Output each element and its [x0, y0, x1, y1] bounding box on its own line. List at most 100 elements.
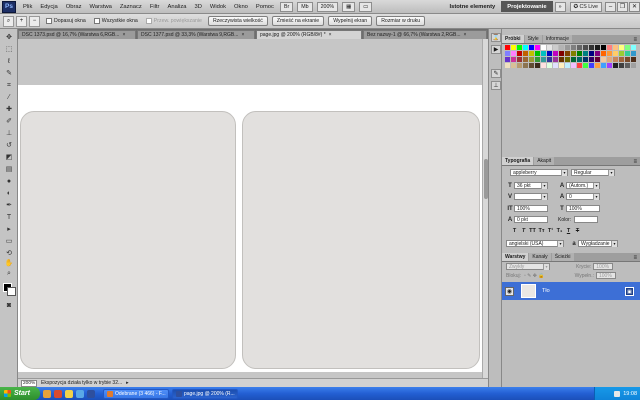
color-swatch[interactable] [523, 63, 528, 68]
color-swatch[interactable] [619, 57, 624, 62]
tab-close-icon[interactable]: × [329, 32, 332, 38]
text-color-swatch[interactable] [574, 216, 599, 223]
baseline-shift-field[interactable]: 0 pkt [514, 216, 548, 223]
color-swatch[interactable] [547, 63, 552, 68]
pen-tool-icon[interactable]: ✒ [4, 201, 14, 210]
color-swatch[interactable] [517, 51, 522, 56]
fill-field[interactable]: 100% [595, 272, 616, 279]
opacity-field[interactable]: 100% [593, 263, 614, 270]
color-swatch[interactable] [613, 57, 618, 62]
tab-close-icon[interactable]: × [241, 32, 244, 38]
color-swatch[interactable] [589, 45, 594, 50]
menu-help[interactable]: Pomoc [252, 4, 278, 10]
document-canvas[interactable] [18, 85, 482, 372]
workspace-design[interactable]: Projektowanie [501, 1, 553, 12]
color-swatch[interactable] [583, 57, 588, 62]
blend-mode-select[interactable]: Zwykły ▾ [506, 263, 550, 270]
color-swatch[interactable] [547, 57, 552, 62]
taskbar-window-photoshop[interactable]: page.jpg @ 200% (R... [172, 388, 238, 399]
color-swatch[interactable] [607, 51, 612, 56]
close-button[interactable]: ✕ [629, 1, 640, 12]
print-size-button[interactable]: Rozmiar w druku [376, 16, 426, 26]
color-swatch[interactable] [577, 63, 582, 68]
eraser-tool-icon[interactable]: ◩ [4, 153, 14, 162]
quicklaunch-browser-icon[interactable] [43, 389, 51, 398]
all-windows-checkbox[interactable]: Wszystkie okna [93, 18, 138, 24]
color-swatch[interactable] [541, 57, 546, 62]
document-canvas-area[interactable] [18, 39, 488, 378]
menu-layer[interactable]: Warstwa [86, 4, 116, 10]
menu-file[interactable]: Plik [19, 4, 36, 10]
tab-paths[interactable]: Ścieżki [551, 253, 574, 261]
zoom-out-icon[interactable]: − [29, 15, 40, 27]
color-swatch[interactable] [619, 45, 624, 50]
color-swatch[interactable] [631, 45, 636, 50]
color-swatch[interactable] [505, 51, 510, 56]
brush-tool-icon[interactable]: ✐ [4, 117, 14, 126]
color-swatch[interactable] [535, 63, 540, 68]
color-swatch[interactable] [517, 57, 522, 62]
color-swatch[interactable] [613, 45, 618, 50]
color-swatch[interactable] [565, 57, 570, 62]
quick-select-tool-icon[interactable]: ✎ [4, 69, 14, 78]
color-swatch[interactable] [595, 57, 600, 62]
zoom-field[interactable]: 200% [21, 379, 37, 387]
color-swatch[interactable] [523, 57, 528, 62]
blur-tool-icon[interactable]: ● [4, 177, 14, 186]
menu-select[interactable]: Zaznacz [116, 4, 146, 10]
color-swatch[interactable] [529, 51, 534, 56]
arrange-documents-button[interactable]: ▦ [342, 1, 356, 12]
color-swatch[interactable] [571, 45, 576, 50]
color-swatch[interactable] [535, 57, 540, 62]
clone-stamp-tool-icon[interactable]: ⊥ [4, 129, 14, 138]
status-menu-arrow-icon[interactable]: ▸ [126, 380, 129, 386]
fill-screen-button[interactable]: Wypełnij ekran [328, 16, 373, 26]
quicklaunch-photoshop-icon[interactable] [87, 389, 95, 398]
color-swatch[interactable] [553, 45, 558, 50]
start-button[interactable]: Start [0, 387, 40, 400]
color-swatch[interactable] [547, 51, 552, 56]
tray-network-icon[interactable] [614, 390, 621, 397]
actions-panel-icon[interactable]: ▶ [491, 45, 501, 54]
color-swatch[interactable] [601, 51, 606, 56]
actual-pixels-button[interactable]: Rzeczywista wielkość [207, 16, 268, 26]
menu-view[interactable]: Widok [206, 4, 230, 10]
zoom-in-icon[interactable]: + [16, 15, 27, 27]
color-swatch[interactable] [517, 63, 522, 68]
tab-close-icon[interactable]: × [464, 32, 467, 38]
color-swatch[interactable] [559, 45, 564, 50]
eye-icon[interactable]: ◉ [505, 286, 514, 296]
dodge-tool-icon[interactable]: ◐ [4, 189, 14, 198]
panel-menu-icon[interactable]: ≡ [633, 255, 637, 261]
tab-layers[interactable]: Warstwy [502, 253, 529, 261]
color-swatch[interactable] [631, 57, 636, 62]
menu-window[interactable]: Okno [230, 4, 252, 10]
bridge-button[interactable]: Br [279, 1, 294, 12]
color-swatch[interactable] [511, 45, 516, 50]
menu-filter[interactable]: Filtr [146, 4, 164, 10]
color-swatch[interactable] [523, 45, 528, 50]
checkbox-box[interactable] [93, 18, 100, 24]
restore-button[interactable]: ❐ [617, 1, 628, 12]
zoom-tool-icon[interactable]: ⌕ [4, 269, 14, 278]
faux-bold-button[interactable]: T [510, 228, 519, 234]
strikethrough-button[interactable]: T [573, 228, 582, 234]
tab-channels[interactable]: Kanały [529, 253, 551, 261]
font-size-field[interactable]: 36 pkt ▾ [514, 182, 548, 189]
checkbox-box[interactable] [46, 18, 52, 24]
color-swatch[interactable] [601, 63, 606, 68]
color-swatch[interactable] [511, 51, 516, 56]
type-tool-icon[interactable]: T [4, 213, 14, 222]
layer-row-background[interactable]: ◉ Tło ▣ [502, 282, 640, 300]
vertical-scale-field[interactable]: 100% [514, 205, 548, 212]
path-select-tool-icon[interactable]: ▸ [4, 225, 14, 234]
font-style-select[interactable]: Regular ▾ [571, 169, 615, 176]
color-swatch[interactable] [529, 57, 534, 62]
color-swatch[interactable] [625, 51, 630, 56]
color-swatch[interactable] [505, 63, 510, 68]
tab-character[interactable]: Typografia [502, 157, 534, 165]
fit-windows-checkbox[interactable]: Dopasuj okna [46, 18, 86, 24]
lock-icons[interactable]: ▫ ✎ ✥ 🔒 [524, 273, 545, 279]
leading-field[interactable]: (Autom.) ▾ [566, 182, 600, 189]
horizontal-scale-field[interactable]: 100% [566, 205, 600, 212]
